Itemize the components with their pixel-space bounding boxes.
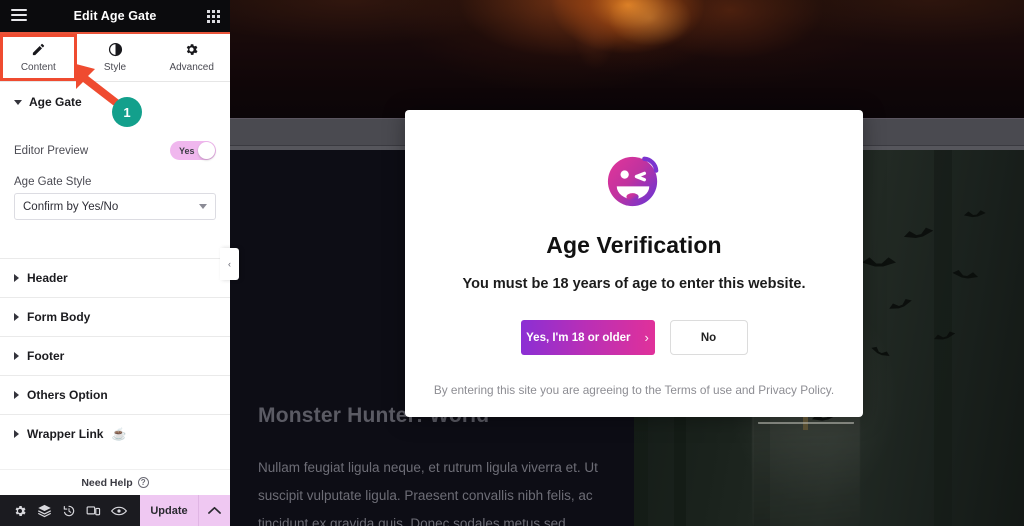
contrast-icon xyxy=(108,42,122,57)
gear-icon xyxy=(186,44,198,55)
tab-advanced-label: Advanced xyxy=(169,62,214,73)
panel-titlebar: Edit Age Gate xyxy=(0,0,230,32)
panel-tool-icons xyxy=(0,495,140,526)
crow-icon xyxy=(869,344,891,361)
panel-bottom-toolbar: Update xyxy=(0,495,230,526)
age-gate-modal: Age Verification You must be 18 years of… xyxy=(405,110,863,417)
tab-content[interactable]: Content xyxy=(0,34,77,81)
chevron-up-icon xyxy=(208,506,221,514)
confirm-age-yes-button[interactable]: Yes, I'm 18 or older › xyxy=(520,320,655,355)
editor-preview-label: Editor Preview xyxy=(14,144,89,157)
modal-footer-text: By entering this site you are agreeing t… xyxy=(433,383,835,397)
accordion-item-header[interactable]: Header xyxy=(0,258,230,297)
caret-right-icon xyxy=(14,274,19,282)
crow-icon xyxy=(951,268,979,285)
grid-apps-icon[interactable] xyxy=(207,10,220,23)
caret-right-icon xyxy=(14,313,19,321)
panel-tabs: Content Style Advanced xyxy=(0,34,230,82)
need-help-label: Need Help xyxy=(81,476,133,489)
preview-eye-icon[interactable] xyxy=(111,505,127,517)
modal-actions: Yes, I'm 18 or older › No xyxy=(405,320,863,355)
panel-spacer xyxy=(0,220,230,258)
pencil-icon xyxy=(32,43,44,56)
crow-icon xyxy=(933,329,957,345)
tab-advanced[interactable]: Advanced xyxy=(153,34,230,81)
caret-right-icon xyxy=(14,430,19,438)
editor-preview-toggle[interactable]: Yes xyxy=(170,141,216,160)
accordion-item-label: Footer xyxy=(27,349,65,363)
caret-down-icon xyxy=(14,99,22,105)
accordion-item-label: Others Option xyxy=(27,388,108,402)
confirm-age-no-button[interactable]: No xyxy=(669,320,748,355)
question-circle-icon: ? xyxy=(137,477,149,488)
hero-fire-background xyxy=(230,0,1024,118)
tab-content-label: Content xyxy=(20,62,56,73)
caret-right-icon xyxy=(14,352,19,360)
tab-style[interactable]: Style xyxy=(77,34,154,81)
update-options-caret[interactable] xyxy=(198,495,230,526)
confirm-age-yes-label: Yes, I'm 18 or older xyxy=(526,331,631,344)
chevron-right-icon: › xyxy=(644,330,649,345)
history-icon[interactable] xyxy=(62,504,76,518)
modal-subtitle: You must be 18 years of age to enter thi… xyxy=(462,276,806,292)
chevron-down-icon xyxy=(199,204,207,209)
accordion-item-wrapper-link[interactable]: Wrapper Link ☕ xyxy=(0,414,230,453)
age-gate-style-select-wrap: Confirm by Yes/No xyxy=(0,193,230,220)
app-screen: Monster Hunter: World Nullam feugiat lig… xyxy=(0,0,1024,526)
hamburger-icon[interactable] xyxy=(11,9,27,22)
callout-step-badge: 1 xyxy=(112,97,142,127)
accordion-item-form-body[interactable]: Form Body xyxy=(0,297,230,336)
layers-navigator-icon[interactable] xyxy=(37,503,52,518)
section-header-label: Age Gate xyxy=(29,95,82,109)
crow-icon xyxy=(903,225,935,246)
age-gate-style-label: Age Gate Style xyxy=(14,176,92,188)
caret-right-icon xyxy=(14,391,19,399)
accordion-item-label: Wrapper Link xyxy=(27,427,104,441)
accordion-item-footer[interactable]: Footer xyxy=(0,336,230,375)
panel-collapse-handle[interactable]: ‹ xyxy=(220,248,239,280)
winking-smiley-icon xyxy=(607,156,658,207)
update-button[interactable]: Update xyxy=(140,495,198,526)
toggle-knob xyxy=(198,142,215,159)
modal-title: Age Verification xyxy=(546,232,722,258)
age-gate-style-select[interactable]: Confirm by Yes/No xyxy=(14,193,216,220)
crow-icon xyxy=(862,256,896,273)
age-gate-style-value: Confirm by Yes/No xyxy=(23,200,119,213)
crow-icon xyxy=(963,209,986,222)
editor-preview-toggle-value: Yes xyxy=(179,145,195,156)
accordion-item-label: Form Body xyxy=(27,310,91,324)
tab-style-label: Style xyxy=(103,62,127,73)
pro-badge-icon: ☕ xyxy=(111,427,127,441)
control-editor-preview: Editor Preview Yes xyxy=(0,135,230,166)
preview-paragraph: Nullam feugiat ligula neque, et rutrum l… xyxy=(258,460,598,526)
settings-gear-icon[interactable] xyxy=(13,504,27,518)
elementor-settings-panel: Edit Age Gate Content Style Advanced Age… xyxy=(0,0,230,526)
crow-icon xyxy=(888,296,915,315)
accordion-item-label: Header xyxy=(27,271,68,285)
panel-title: Edit Age Gate xyxy=(73,9,157,23)
responsive-mode-icon[interactable] xyxy=(86,504,101,518)
need-help-link[interactable]: Need Help ? xyxy=(0,469,230,495)
accordion-item-others-option[interactable]: Others Option xyxy=(0,375,230,414)
